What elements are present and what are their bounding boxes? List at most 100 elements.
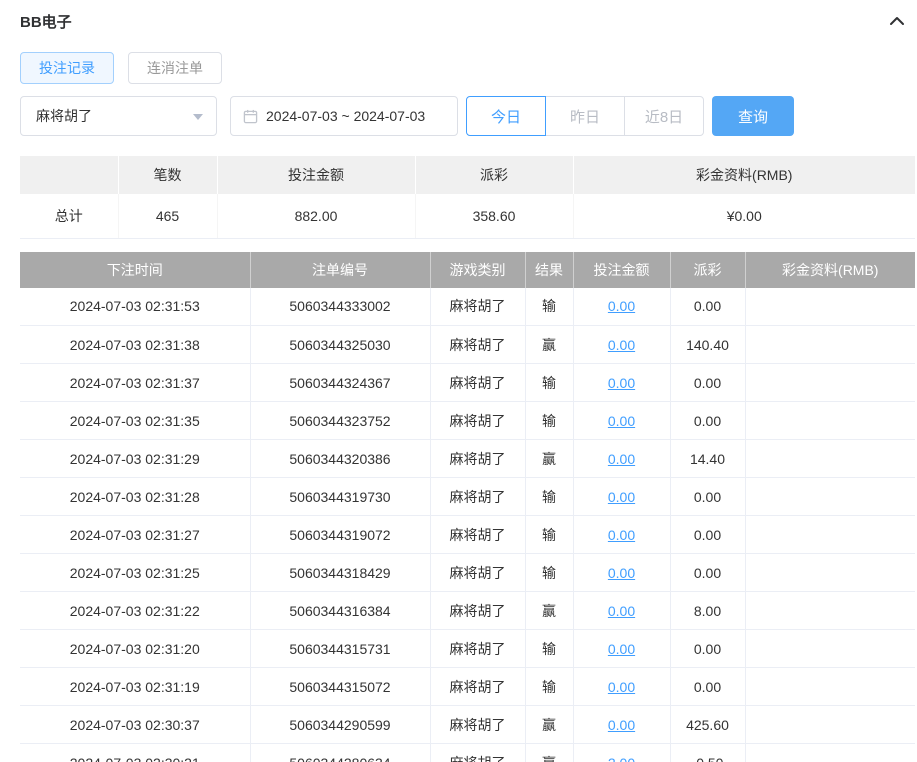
- cell-jackpot: [745, 629, 915, 668]
- cell-result: 输: [525, 629, 574, 668]
- chevron-down-icon: [193, 114, 203, 120]
- bet-amount-link[interactable]: 0.00: [608, 641, 635, 657]
- cell-bet-amount: 0.00: [573, 401, 671, 440]
- cell-order-number: 5060344316384: [250, 591, 431, 630]
- cell-bet-time: 2024-07-03 02:31:28: [20, 477, 251, 516]
- cell-jackpot: [745, 553, 915, 592]
- cell-game-category: 麻将胡了: [430, 667, 526, 706]
- cell-jackpot: [745, 325, 915, 364]
- cell-order-number: 5060344290599: [250, 705, 431, 744]
- bet-amount-link[interactable]: 0.00: [608, 679, 635, 695]
- quick-filter-yesterday-button[interactable]: 昨日: [545, 96, 625, 136]
- cell-bet-time: 2024-07-03 02:31:38: [20, 325, 251, 364]
- cell-result: 输: [525, 515, 574, 554]
- table-row: 2024-07-03 02:31:22 5060344316384 麻将胡了 赢…: [20, 591, 915, 630]
- cell-order-number: 5060344325030: [250, 325, 431, 364]
- cell-order-number: 5060344320386: [250, 439, 431, 478]
- cell-bet-time: 2024-07-03 02:31:27: [20, 515, 251, 554]
- bet-amount-link[interactable]: 0.00: [608, 603, 635, 619]
- cell-bet-amount: 0.00: [573, 287, 671, 326]
- records-header-row: 下注时间 注单编号 游戏类别 结果 投注金额 派彩 彩金资料(RMB): [20, 251, 915, 288]
- bet-amount-link[interactable]: 0.00: [608, 337, 635, 353]
- tab-bet-records[interactable]: 投注记录: [20, 52, 114, 84]
- cell-bet-time: 2024-07-03 02:31:19: [20, 667, 251, 706]
- bet-amount-link[interactable]: 0.00: [608, 298, 635, 314]
- bet-amount-link[interactable]: 0.00: [608, 527, 635, 543]
- bet-amount-link[interactable]: 0.00: [608, 375, 635, 391]
- cell-game-category: 麻将胡了: [430, 743, 526, 762]
- bet-amount-link[interactable]: 0.00: [608, 717, 635, 733]
- cell-game-category: 麻将胡了: [430, 629, 526, 668]
- date-range-value: 2024-07-03 ~ 2024-07-03: [266, 108, 426, 124]
- header-jackpot: 彩金资料(RMB): [745, 251, 915, 288]
- cell-order-number: 5060344315072: [250, 667, 431, 706]
- cell-bet-amount: 0.00: [573, 363, 671, 402]
- records-table: 下注时间 注单编号 游戏类别 结果 投注金额 派彩 彩金资料(RMB) 2024…: [20, 251, 915, 762]
- cell-jackpot: [745, 439, 915, 478]
- cell-result: 输: [525, 363, 574, 402]
- game-select[interactable]: 麻将胡了: [20, 96, 217, 136]
- cell-payout: 425.60: [670, 705, 746, 744]
- cell-bet-amount: 0.00: [573, 515, 671, 554]
- table-row: 2024-07-03 02:31:29 5060344320386 麻将胡了 赢…: [20, 439, 915, 478]
- summary-header-bet-amount: 投注金额: [217, 156, 416, 194]
- bet-amount-link[interactable]: 0.00: [608, 413, 635, 429]
- cell-jackpot: [745, 591, 915, 630]
- cell-jackpot: [745, 287, 915, 326]
- cell-game-category: 麻将胡了: [430, 515, 526, 554]
- cell-result: 赢: [525, 325, 574, 364]
- cell-order-number: 5060344319072: [250, 515, 431, 554]
- cell-payout: 0.00: [670, 667, 746, 706]
- cell-result: 输: [525, 287, 574, 326]
- cell-bet-amount: 0.00: [573, 553, 671, 592]
- cell-payout: 0.00: [670, 629, 746, 668]
- cell-result: 赢: [525, 743, 574, 762]
- header-order-number: 注单编号: [250, 251, 431, 288]
- collapse-chevron-up-icon[interactable]: [889, 15, 905, 27]
- summary-header-blank: [20, 156, 119, 194]
- tab-cancelled-orders[interactable]: 连消注单: [128, 52, 222, 84]
- table-row: 2024-07-03 02:30:21 5060344280634 麻将胡了 赢…: [20, 743, 915, 762]
- header-payout: 派彩: [670, 251, 746, 288]
- cell-game-category: 麻将胡了: [430, 553, 526, 592]
- cell-result: 赢: [525, 439, 574, 478]
- cell-bet-amount: 0.00: [573, 629, 671, 668]
- summary-header-count: 笔数: [118, 156, 218, 194]
- cell-game-category: 麻将胡了: [430, 401, 526, 440]
- cell-order-number: 5060344324367: [250, 363, 431, 402]
- cell-game-category: 麻将胡了: [430, 591, 526, 630]
- cell-jackpot: [745, 477, 915, 516]
- cell-result: 输: [525, 401, 574, 440]
- date-range-input[interactable]: 2024-07-03 ~ 2024-07-03: [230, 96, 458, 136]
- table-row: 2024-07-03 02:31:20 5060344315731 麻将胡了 输…: [20, 629, 915, 668]
- record-tabs: 投注记录 连消注单: [20, 52, 915, 84]
- cell-result: 赢: [525, 591, 574, 630]
- summary-header-row: 笔数 投注金额 派彩 彩金资料(RMB): [20, 156, 915, 194]
- cell-result: 输: [525, 667, 574, 706]
- table-row: 2024-07-03 02:30:37 5060344290599 麻将胡了 赢…: [20, 705, 915, 744]
- bet-amount-link[interactable]: 0.00: [608, 451, 635, 467]
- quick-filter-today-button[interactable]: 今日: [466, 96, 546, 136]
- records-tbody: 2024-07-03 02:31:53 5060344333002 麻将胡了 输…: [20, 287, 915, 762]
- cell-order-number: 5060344333002: [250, 287, 431, 326]
- cell-bet-amount: 0.00: [573, 667, 671, 706]
- search-button[interactable]: 查询: [712, 96, 794, 136]
- cell-bet-time: 2024-07-03 02:31:20: [20, 629, 251, 668]
- cell-order-number: 5060344315731: [250, 629, 431, 668]
- cell-payout: 0.00: [670, 287, 746, 326]
- table-row: 2024-07-03 02:31:25 5060344318429 麻将胡了 输…: [20, 553, 915, 592]
- bet-amount-link[interactable]: 2.00: [608, 755, 635, 762]
- panel-header: BB电子: [20, 8, 915, 34]
- quick-filter-last8days-button[interactable]: 近8日: [624, 96, 704, 136]
- bet-amount-link[interactable]: 0.00: [608, 489, 635, 505]
- cell-bet-amount: 0.00: [573, 439, 671, 478]
- summary-count-value: 465: [118, 194, 218, 239]
- summary-header-payout: 派彩: [415, 156, 574, 194]
- cell-payout: 0.00: [670, 477, 746, 516]
- bet-amount-link[interactable]: 0.00: [608, 565, 635, 581]
- table-row: 2024-07-03 02:31:53 5060344333002 麻将胡了 输…: [20, 287, 915, 326]
- summary-total-row: 总计 465 882.00 358.60 ¥0.00: [20, 194, 915, 239]
- table-row: 2024-07-03 02:31:19 5060344315072 麻将胡了 输…: [20, 667, 915, 706]
- cell-order-number: 5060344319730: [250, 477, 431, 516]
- quick-range-button-group: 今日 昨日 近8日: [466, 96, 704, 136]
